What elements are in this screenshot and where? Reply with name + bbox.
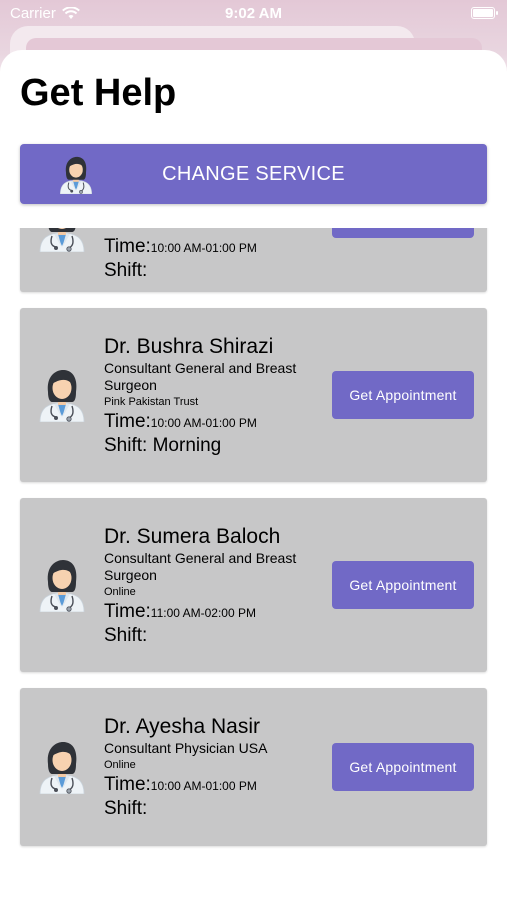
female-doctor-icon xyxy=(34,366,90,422)
female-doctor-icon xyxy=(34,556,90,612)
time-label: Time: xyxy=(104,236,151,257)
time-value: 10:00 AM-01:00 PM xyxy=(150,416,257,430)
doctor-card: Dr. Bushra Shirazi Consultant General an… xyxy=(20,308,487,482)
doctor-time: Time:10:00 AM-01:00 PM xyxy=(104,774,329,797)
doctor-shift: Shift: xyxy=(104,624,329,648)
shift-label: Shift: xyxy=(104,798,148,819)
doctor-info: Time:10:00 AM-01:00 PM Shift: xyxy=(104,234,329,283)
status-bar: Carrier 9:02 AM xyxy=(0,0,507,28)
doctor-time: Time:10:00 AM-01:00 PM xyxy=(104,411,329,434)
doctor-card: Dr. Sumera Baloch Consultant General and… xyxy=(20,498,487,672)
doctor-list[interactable]: Time:10:00 AM-01:00 PM Shift: Dr. Bushra… xyxy=(0,228,507,900)
get-appointment-button[interactable]: Get Appointment xyxy=(332,743,474,791)
doctor-specialty: Consultant General and Breast Surgeon xyxy=(104,360,297,393)
page-title: Get Help xyxy=(20,72,177,114)
doctor-shift: Shift: xyxy=(104,259,329,283)
shift-label: Shift: xyxy=(104,435,148,456)
doctor-info: Dr. Bushra Shirazi Consultant General an… xyxy=(104,334,329,458)
doctor-name: Dr. Ayesha Nasir xyxy=(104,715,261,738)
doctor-specialty: Consultant General and Breast Surgeon xyxy=(104,550,297,583)
time-value: 10:00 AM-01:00 PM xyxy=(150,241,257,255)
shift-value: Morning xyxy=(152,435,222,456)
doctor-organization: Pink Pakistan Trust xyxy=(104,396,199,408)
doctor-organization: Online xyxy=(104,759,136,771)
change-service-label: CHANGE SERVICE xyxy=(162,162,345,185)
change-service-button[interactable]: CHANGE SERVICE xyxy=(20,144,487,204)
battery-icon xyxy=(471,7,498,19)
female-doctor-icon xyxy=(56,154,96,194)
doctor-time: Time:11:00 AM-02:00 PM xyxy=(104,601,329,624)
doctor-card: Dr. Ayesha Nasir Consultant Physician US… xyxy=(20,688,487,846)
get-appointment-button[interactable] xyxy=(332,228,474,238)
doctor-info: Dr. Ayesha Nasir Consultant Physician US… xyxy=(104,714,329,821)
time-label: Time: xyxy=(104,411,151,432)
doctor-card: Time:10:00 AM-01:00 PM Shift: xyxy=(20,228,487,292)
doctor-specialty: Consultant Physician USA xyxy=(104,740,268,756)
get-appointment-button[interactable]: Get Appointment xyxy=(332,371,474,419)
doctor-name: Dr. Bushra Shirazi xyxy=(104,335,274,358)
time-value: 10:00 AM-01:00 PM xyxy=(150,779,257,793)
doctor-shift: Shift: xyxy=(104,797,329,821)
shift-label: Shift: xyxy=(104,625,148,646)
status-time: 9:02 AM xyxy=(225,5,282,22)
get-help-sheet: Get Help CHANGE SERVICE Time:10:00 AM-01… xyxy=(0,50,507,900)
female-doctor-icon xyxy=(34,228,90,252)
doctor-shift: Shift: Morning xyxy=(104,434,329,458)
shift-label: Shift: xyxy=(104,260,148,281)
doctor-info: Dr. Sumera Baloch Consultant General and… xyxy=(104,524,329,648)
time-value: 11:00 AM-02:00 PM xyxy=(150,606,256,620)
doctor-name: Dr. Sumera Baloch xyxy=(104,525,281,548)
doctor-organization: Online xyxy=(104,586,136,598)
get-appointment-button[interactable]: Get Appointment xyxy=(332,561,474,609)
doctor-time: Time:10:00 AM-01:00 PM xyxy=(104,236,329,259)
time-label: Time: xyxy=(104,601,151,622)
female-doctor-icon xyxy=(34,738,90,794)
time-label: Time: xyxy=(104,774,151,795)
